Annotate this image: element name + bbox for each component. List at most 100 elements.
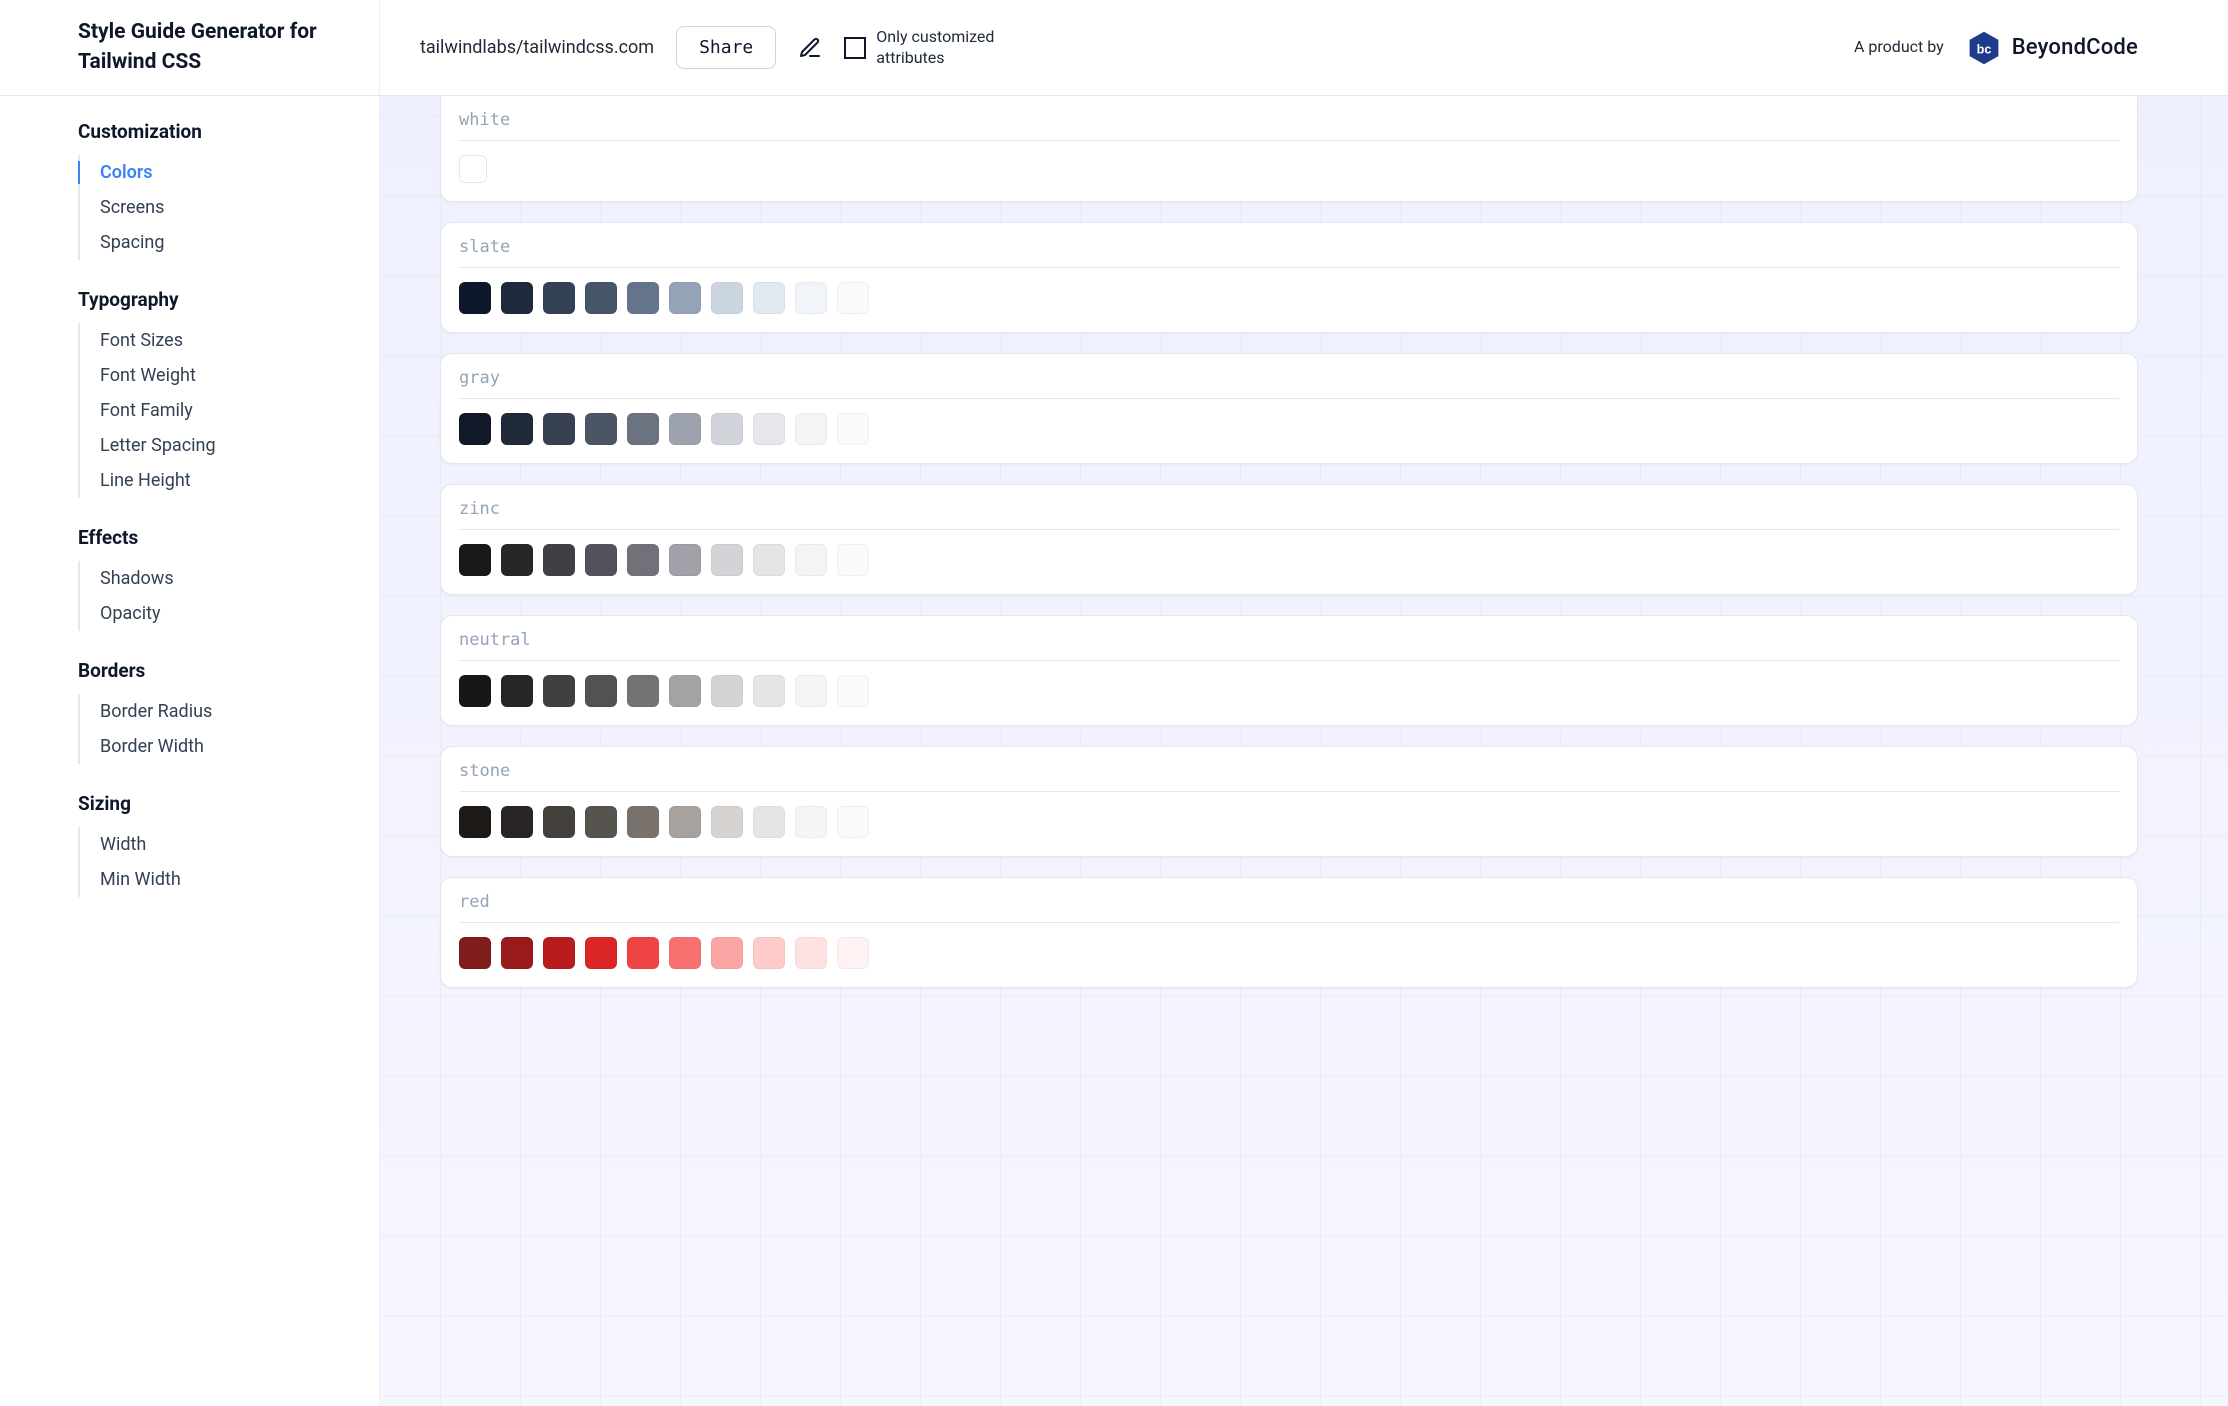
swatch[interactable]	[837, 282, 869, 314]
swatch[interactable]	[627, 806, 659, 838]
swatch-row	[459, 937, 2119, 969]
share-button[interactable]: Share	[676, 26, 776, 69]
brand-link[interactable]: bc BeyondCode	[1966, 30, 2228, 66]
sidebar-item-shadows[interactable]: Shadows	[80, 561, 349, 596]
swatch[interactable]	[459, 806, 491, 838]
swatch[interactable]	[669, 544, 701, 576]
swatch[interactable]	[711, 675, 743, 707]
swatch[interactable]	[627, 282, 659, 314]
swatch[interactable]	[711, 806, 743, 838]
swatch[interactable]	[543, 413, 575, 445]
swatch[interactable]	[795, 544, 827, 576]
swatch[interactable]	[669, 282, 701, 314]
swatch[interactable]	[837, 675, 869, 707]
sidebar-item-min-width[interactable]: Min Width	[80, 862, 349, 897]
swatch[interactable]	[543, 675, 575, 707]
swatch[interactable]	[627, 937, 659, 969]
nav-section-customization: Customization Colors Screens Spacing	[78, 120, 349, 260]
swatch[interactable]	[501, 937, 533, 969]
color-card-zinc: zinc	[440, 484, 2138, 595]
sidebar-item-font-sizes[interactable]: Font Sizes	[80, 323, 349, 358]
swatch[interactable]	[585, 937, 617, 969]
swatch[interactable]	[585, 544, 617, 576]
swatch[interactable]	[669, 937, 701, 969]
color-card-gray: gray	[440, 353, 2138, 464]
title-wrap: Style Guide Generator for Tailwind CSS	[0, 0, 380, 95]
swatch[interactable]	[837, 413, 869, 445]
swatch[interactable]	[711, 937, 743, 969]
swatch[interactable]	[585, 282, 617, 314]
swatch[interactable]	[753, 937, 785, 969]
swatch[interactable]	[459, 937, 491, 969]
sidebar-item-width[interactable]: Width	[80, 827, 349, 862]
only-customized-label: Only customized attributes	[876, 27, 1036, 69]
swatch[interactable]	[543, 282, 575, 314]
swatch[interactable]	[627, 544, 659, 576]
edit-icon[interactable]	[798, 36, 822, 60]
swatch[interactable]	[795, 937, 827, 969]
sidebar-item-opacity[interactable]: Opacity	[80, 596, 349, 631]
swatch-row	[459, 675, 2119, 707]
swatch[interactable]	[711, 413, 743, 445]
color-name: red	[459, 892, 2119, 923]
swatch[interactable]	[795, 413, 827, 445]
swatch[interactable]	[627, 675, 659, 707]
swatch[interactable]	[837, 937, 869, 969]
nav-section-sizing: Sizing Width Min Width	[78, 792, 349, 897]
brand-name: BeyondCode	[2012, 35, 2138, 60]
sidebar-item-colors[interactable]: Colors	[80, 155, 349, 190]
sidebar-item-font-weight[interactable]: Font Weight	[80, 358, 349, 393]
sidebar-item-screens[interactable]: Screens	[80, 190, 349, 225]
swatch[interactable]	[837, 806, 869, 838]
swatch[interactable]	[669, 806, 701, 838]
swatch[interactable]	[837, 544, 869, 576]
swatch[interactable]	[459, 282, 491, 314]
swatch[interactable]	[753, 282, 785, 314]
swatch[interactable]	[501, 806, 533, 838]
swatch[interactable]	[753, 413, 785, 445]
sidebar-item-border-width[interactable]: Border Width	[80, 729, 349, 764]
swatch[interactable]	[585, 413, 617, 445]
swatch[interactable]	[795, 282, 827, 314]
swatch[interactable]	[543, 806, 575, 838]
swatch[interactable]	[459, 675, 491, 707]
swatch[interactable]	[459, 544, 491, 576]
sidebar-item-font-family[interactable]: Font Family	[80, 393, 349, 428]
nav-section-typography: Typography Font Sizes Font Weight Font F…	[78, 288, 349, 498]
swatch[interactable]	[543, 937, 575, 969]
swatch[interactable]	[795, 675, 827, 707]
swatch[interactable]	[501, 413, 533, 445]
swatch-row	[459, 282, 2119, 314]
swatch[interactable]	[753, 544, 785, 576]
swatch[interactable]	[711, 544, 743, 576]
swatch[interactable]	[459, 155, 487, 183]
color-card-neutral: neutral	[440, 615, 2138, 726]
swatch[interactable]	[543, 544, 575, 576]
swatch[interactable]	[627, 413, 659, 445]
sidebar-item-spacing[interactable]: Spacing	[80, 225, 349, 260]
page: Customization Colors Screens Spacing Typ…	[0, 96, 2228, 1406]
product-by-label: A product by	[1854, 37, 1944, 58]
swatch-row	[459, 155, 2119, 183]
swatch[interactable]	[585, 675, 617, 707]
swatch[interactable]	[501, 282, 533, 314]
swatch[interactable]	[753, 675, 785, 707]
swatch[interactable]	[669, 413, 701, 445]
main-content[interactable]: white slate gray zinc ne	[380, 96, 2228, 1406]
swatch[interactable]	[459, 413, 491, 445]
color-name: neutral	[459, 630, 2119, 661]
swatch[interactable]	[711, 282, 743, 314]
swatch[interactable]	[753, 806, 785, 838]
swatch[interactable]	[585, 806, 617, 838]
color-card-slate: slate	[440, 222, 2138, 333]
swatch[interactable]	[795, 806, 827, 838]
color-card-stone: stone	[440, 746, 2138, 857]
swatch[interactable]	[669, 675, 701, 707]
only-customized-checkbox[interactable]	[844, 37, 866, 59]
nav-list: Shadows Opacity	[78, 561, 349, 631]
swatch[interactable]	[501, 544, 533, 576]
sidebar-item-letter-spacing[interactable]: Letter Spacing	[80, 428, 349, 463]
sidebar-item-line-height[interactable]: Line Height	[80, 463, 349, 498]
sidebar-item-border-radius[interactable]: Border Radius	[80, 694, 349, 729]
swatch[interactable]	[501, 675, 533, 707]
